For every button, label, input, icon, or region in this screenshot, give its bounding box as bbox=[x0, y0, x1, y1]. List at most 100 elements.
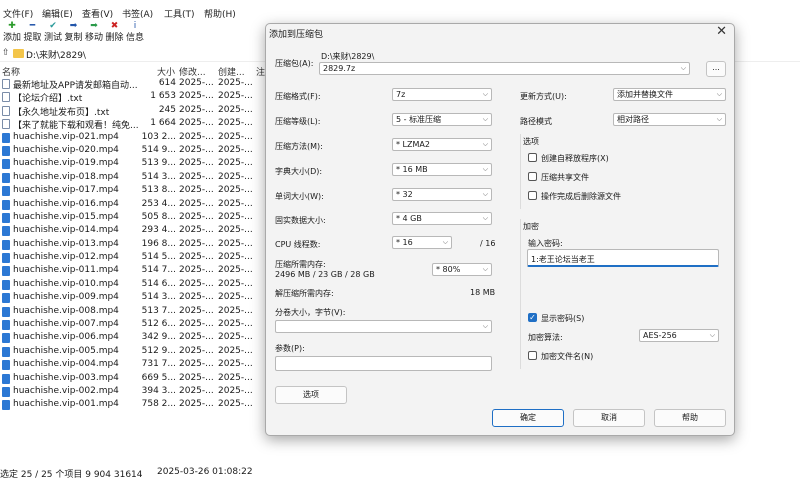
file-row[interactable]: huachishe.vip-002.mp4 394 3... 2025-... 202… bbox=[0, 385, 270, 398]
chevron-down-icon: ⌵ bbox=[482, 265, 488, 273]
text-file-icon bbox=[2, 79, 10, 89]
file-row[interactable]: huachishe.vip-008.mp4 513 7... 2025-... 202… bbox=[0, 305, 270, 318]
file-name: huachishe.vip-011.mp4 bbox=[13, 265, 119, 276]
file-row[interactable]: huachishe.vip-003.mp4 669 5... 2025-... 202… bbox=[0, 372, 270, 385]
file-row[interactable]: huachishe.vip-019.mp4 513 9... 2025-... 202… bbox=[0, 157, 270, 170]
file-mod: 2025-... bbox=[179, 332, 214, 343]
file-name: huachishe.vip-020.mp4 bbox=[13, 144, 119, 155]
video-file-icon bbox=[2, 253, 10, 264]
video-file-icon bbox=[2, 199, 10, 210]
file-size: 512 6... bbox=[141, 319, 176, 330]
params-input[interactable] bbox=[275, 356, 492, 371]
menu-view[interactable]: 查看(V) bbox=[82, 7, 113, 20]
split-select[interactable]: ⌵ bbox=[275, 320, 492, 333]
file-row[interactable]: huachishe.vip-012.mp4 514 5... 2025-... 202… bbox=[0, 251, 270, 264]
close-icon[interactable]: ✕ bbox=[716, 24, 727, 39]
menu-bookmarks[interactable]: 书签(A) bbox=[122, 7, 153, 20]
file-row[interactable]: huachishe.vip-010.mp4 514 6... 2025-... 202… bbox=[0, 278, 270, 291]
file-mod: 2025-... bbox=[179, 118, 214, 129]
video-file-icon bbox=[2, 239, 10, 250]
file-cre: 2025-... bbox=[218, 225, 253, 236]
file-row[interactable]: huachishe.vip-020.mp4 514 9... 2025-... 202… bbox=[0, 144, 270, 157]
browse-button[interactable]: ... bbox=[706, 61, 726, 77]
file-name: huachishe.vip-006.mp4 bbox=[13, 332, 119, 343]
archive-label: 压缩包(A): bbox=[275, 59, 314, 68]
delete-source-checkbox[interactable] bbox=[528, 191, 537, 200]
file-row[interactable]: 【永久地址发布页】.txt 245 2025-... 2025-... bbox=[0, 104, 270, 118]
file-row[interactable]: 【论坛介绍】.txt 1 653 2025-... 2025-... bbox=[0, 90, 270, 104]
file-cre: 2025-... bbox=[218, 144, 253, 155]
chevron-down-icon[interactable]: ⌵ bbox=[681, 63, 686, 74]
dialog-title: 添加到压缩包 bbox=[269, 30, 324, 40]
file-row[interactable]: huachishe.vip-001.mp4 758 2... 2025-... 202… bbox=[0, 398, 270, 411]
options-group-title: 选项 bbox=[523, 137, 539, 146]
help-button[interactable]: 帮助 bbox=[654, 409, 726, 427]
archive-name-combo[interactable]: 2829.7z ⌵ bbox=[319, 62, 690, 75]
file-mod: 2025-... bbox=[179, 211, 214, 222]
file-mod: 2025-... bbox=[179, 385, 214, 396]
video-file-icon bbox=[2, 333, 10, 344]
encrypt-group-title: 加密 bbox=[523, 222, 539, 231]
shared-checkbox[interactable] bbox=[528, 172, 537, 181]
menu-edit[interactable]: 编辑(E) bbox=[42, 7, 73, 20]
file-cre: 2025-... bbox=[218, 91, 253, 102]
file-cre: 2025-... bbox=[218, 238, 253, 249]
cancel-button[interactable]: 取消 bbox=[573, 409, 645, 427]
video-file-icon bbox=[2, 293, 10, 304]
file-row[interactable]: huachishe.vip-011.mp4 514 7... 2025-... 202… bbox=[0, 264, 270, 277]
password-input[interactable]: 1:老王论坛当老王 bbox=[527, 249, 719, 267]
file-row[interactable]: huachishe.vip-015.mp4 505 8... 2025-... 202… bbox=[0, 211, 270, 224]
address-path[interactable]: D:\来财\2829\ bbox=[26, 48, 86, 61]
chevron-down-icon: ⌵ bbox=[709, 331, 715, 339]
file-row[interactable]: 【来了就能下载和观看！纯免... 1 664 2025-... 2025-... bbox=[0, 117, 270, 132]
file-name: huachishe.vip-002.mp4 bbox=[13, 385, 119, 396]
encrypt-names-checkbox[interactable] bbox=[528, 351, 537, 360]
file-row[interactable]: huachishe.vip-005.mp4 512 9... 2025-... 202… bbox=[0, 345, 270, 358]
ok-button[interactable]: 确定 bbox=[492, 409, 564, 427]
file-size: 669 5... bbox=[141, 372, 176, 383]
file-row[interactable]: huachishe.vip-016.mp4 253 4... 2025-... 202… bbox=[0, 198, 270, 211]
file-row[interactable]: huachishe.vip-017.mp4 513 8... 2025-... 202… bbox=[0, 184, 270, 197]
file-row[interactable]: huachishe.vip-004.mp4 731 7... 2025-... 202… bbox=[0, 358, 270, 371]
folder-up-icon[interactable]: ⇧ bbox=[2, 48, 10, 58]
sfx-checkbox[interactable] bbox=[528, 153, 537, 162]
file-row[interactable]: huachishe.vip-009.mp4 514 3... 2025-... 202… bbox=[0, 291, 270, 304]
show-password-checkbox[interactable]: ✓ bbox=[528, 313, 537, 322]
level-value: 5 - 标准压缩 bbox=[396, 115, 442, 124]
folder-icon bbox=[13, 49, 24, 58]
mem-percent-select[interactable]: * 80% ⌵ bbox=[432, 263, 492, 276]
add-icon: ✚ bbox=[8, 21, 16, 31]
file-name: huachishe.vip-016.mp4 bbox=[13, 198, 119, 209]
menu-tools[interactable]: 工具(T) bbox=[164, 7, 195, 20]
toolbar-info-button[interactable]: i 信息 bbox=[125, 21, 145, 45]
file-row[interactable]: 最新地址及APP请发邮箱自动... 614 2025-... 2025-... bbox=[0, 77, 270, 91]
level-select[interactable]: 5 - 标准压缩 ⌵ bbox=[392, 113, 492, 126]
file-row[interactable]: huachishe.vip-013.mp4 196 8... 2025-... 202… bbox=[0, 238, 270, 251]
menu-help[interactable]: 帮助(H) bbox=[204, 7, 236, 20]
file-cre: 2025-... bbox=[218, 305, 253, 316]
cpu-select[interactable]: * 16 ⌵ bbox=[392, 236, 452, 249]
file-name: 【来了就能下载和观看！纯免... bbox=[13, 121, 139, 132]
file-row[interactable]: huachishe.vip-018.mp4 514 3... 2025-... 202… bbox=[0, 171, 270, 184]
dict-select[interactable]: * 16 MB ⌵ bbox=[392, 163, 492, 176]
enc-method-select[interactable]: AES-256 ⌵ bbox=[639, 329, 719, 342]
pathmode-select[interactable]: 相对路径 ⌵ bbox=[613, 113, 726, 126]
extract-icon: ━ bbox=[29, 21, 36, 31]
file-mod: 2025-... bbox=[179, 104, 214, 115]
menu-file[interactable]: 文件(F) bbox=[3, 7, 33, 20]
file-row[interactable]: huachishe.vip-007.mp4 512 6... 2025-... 202… bbox=[0, 318, 270, 331]
chevron-down-icon: ⌵ bbox=[482, 140, 488, 148]
format-select[interactable]: 7z ⌵ bbox=[392, 88, 492, 101]
file-row[interactable]: huachishe.vip-021.mp4 103 2... 2025-... 202… bbox=[0, 131, 270, 144]
method-select[interactable]: * LZMA2 ⌵ bbox=[392, 138, 492, 151]
mem-label: 压缩所需内存: bbox=[275, 260, 326, 269]
update-select[interactable]: 添加并替换文件 ⌵ bbox=[613, 88, 726, 101]
word-select[interactable]: * 32 ⌵ bbox=[392, 188, 492, 201]
solid-select[interactable]: * 4 GB ⌵ bbox=[392, 212, 492, 225]
file-row[interactable]: huachishe.vip-014.mp4 293 4... 2025-... 202… bbox=[0, 224, 270, 237]
split-label: 分卷大小，字节(V): bbox=[275, 308, 346, 317]
options-button[interactable]: 选项 bbox=[275, 386, 347, 404]
copy-icon: ➡ bbox=[69, 21, 78, 31]
format-value: 7z bbox=[396, 90, 406, 99]
file-row[interactable]: huachishe.vip-006.mp4 342 9... 2025-... 202… bbox=[0, 331, 270, 344]
